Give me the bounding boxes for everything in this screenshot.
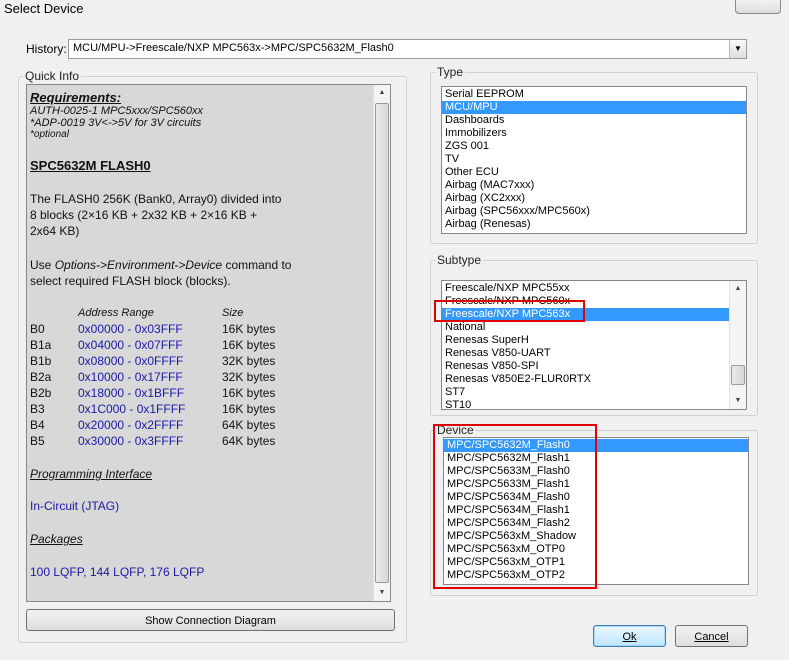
description-line: 2x64 KB) — [30, 224, 80, 238]
usage-command: Options->Environment->Device — [54, 258, 223, 272]
list-item[interactable]: MPC/SPC5634M_Flash0 — [444, 491, 748, 504]
requirement-line: AUTH-0025-1 MPC5xxx/SPC560xx — [30, 105, 204, 117]
list-item[interactable]: MPC/SPC563xM_OTP2 — [444, 569, 748, 582]
list-item[interactable]: MPC/SPC563xM_OTP1 — [444, 556, 748, 569]
list-item[interactable]: Freescale/NXP MPC55xx — [442, 282, 729, 295]
programming-interface-heading: Programming Interface — [30, 467, 153, 481]
list-item[interactable]: Renesas SuperH — [442, 334, 729, 347]
history-combo[interactable]: MCU/MPU->Freescale/NXP MPC563x->MPC/SPC5… — [68, 39, 747, 59]
list-item[interactable]: Freescale/NXP MPC560x — [442, 295, 729, 308]
usage-line: Use Options->Environment->Device command… — [30, 258, 292, 272]
list-item[interactable]: ZGS 001 — [442, 140, 746, 153]
usage-line: select required FLASH block (blocks). — [30, 274, 231, 288]
scroll-up-icon[interactable]: ▲ — [374, 85, 390, 101]
list-item[interactable]: Renesas V850-SPI — [442, 360, 729, 373]
packages-heading: Packages — [30, 532, 83, 546]
table-row: B2b 0x18000 - 0x1BFFF 16K bytes — [30, 386, 276, 400]
list-item[interactable]: Airbag (XC2xxx) — [442, 192, 746, 205]
subtype-list[interactable]: Freescale/NXP MPC55xx Freescale/NXP MPC5… — [441, 280, 747, 410]
info-scrollbar[interactable]: ▲ ▼ — [373, 85, 390, 601]
table-row: B4 0x20000 - 0x2FFFF 64K bytes — [30, 418, 276, 432]
requirement-line: *ADP-0019 3V<->5V for 3V circuits — [30, 117, 202, 129]
list-item[interactable]: Airbag (MAC7xxx) — [442, 179, 746, 192]
chevron-down-icon[interactable]: ▼ — [729, 40, 746, 58]
table-row: B5 0x30000 - 0x3FFFF 64K bytes — [30, 434, 276, 448]
list-item[interactable]: Airbag (SPC56xxx/MPC560x) — [442, 205, 746, 218]
list-item[interactable]: National — [442, 321, 729, 334]
list-item[interactable]: Serial EEPROM — [442, 88, 746, 101]
quick-info-panel: Requirements: AUTH-0025-1 MPC5xxx/SPC560… — [26, 84, 391, 602]
column-header-size: Size — [222, 307, 244, 319]
list-item[interactable]: Immobilizers — [442, 127, 746, 140]
list-item[interactable]: MPC/SPC5633M_Flash0 — [444, 465, 748, 478]
list-item-selected[interactable]: Freescale/NXP MPC563x — [442, 308, 729, 321]
history-label: History: — [26, 42, 67, 56]
requirement-note: *optional — [30, 129, 69, 140]
device-list[interactable]: MPC/SPC5632M_Flash0 MPC/SPC5632M_Flash1 … — [443, 437, 749, 585]
history-value: MCU/MPU->Freescale/NXP MPC563x->MPC/SPC5… — [73, 42, 394, 54]
device-label: Device — [435, 423, 476, 437]
list-item[interactable]: ST7 — [442, 386, 729, 399]
show-connection-diagram-button[interactable]: Show Connection Diagram — [26, 609, 395, 631]
list-item[interactable]: MPC/SPC5634M_Flash1 — [444, 504, 748, 517]
subtype-label: Subtype — [435, 253, 484, 267]
scroll-down-icon[interactable]: ▼ — [730, 393, 746, 409]
ok-button[interactable]: Ok — [593, 625, 666, 647]
window-title: Select Device — [4, 1, 84, 16]
scroll-up-icon[interactable]: ▲ — [730, 281, 746, 297]
list-item[interactable]: ST10 — [442, 399, 729, 409]
quick-info-label: Quick Info — [23, 69, 82, 83]
type-list[interactable]: Serial EEPROM MCU/MPU Dashboards Immobil… — [441, 86, 747, 234]
table-row: B3 0x1C000 - 0x1FFFF 16K bytes — [30, 402, 276, 416]
address-table: Address Range Size B0 0x00000 - 0x03FFF 16… — [30, 305, 275, 449]
table-row: B1b 0x08000 - 0x0FFFF 32K bytes — [30, 354, 276, 368]
list-item[interactable]: Renesas V850-UART — [442, 347, 729, 360]
table-row: B1a 0x04000 - 0x07FFF 16K bytes — [30, 338, 276, 352]
list-item[interactable]: MPC/SPC5633M_Flash1 — [444, 478, 748, 491]
list-item[interactable]: Airbag (Renesas) — [442, 218, 746, 231]
packages-value: 100 LQFP, 144 LQFP, 176 LQFP — [30, 565, 205, 579]
list-item[interactable]: Other ECU — [442, 166, 746, 179]
list-item[interactable]: MPC/SPC5632M_Flash1 — [444, 452, 748, 465]
list-item[interactable]: TV — [442, 153, 746, 166]
programming-interface-value: In-Circuit (JTAG) — [30, 499, 120, 513]
close-button[interactable] — [735, 0, 781, 14]
description-line: The FLASH0 256K (Bank0, Array0) divided … — [30, 192, 282, 206]
list-item[interactable]: MPC/SPC5634M_Flash2 — [444, 517, 748, 530]
cancel-button[interactable]: Cancel — [675, 625, 748, 647]
list-item-selected[interactable]: MPC/SPC5632M_Flash0 — [444, 439, 748, 452]
table-row: B2a 0x10000 - 0x17FFF 32K bytes — [30, 370, 276, 384]
scrollbar-thumb[interactable] — [731, 365, 745, 385]
table-row: B0 0x00000 - 0x03FFF 16K bytes — [30, 322, 276, 336]
column-header-address: Address Range — [78, 307, 154, 319]
part-title: SPC5632M FLASH0 — [30, 158, 151, 173]
subtype-scrollbar[interactable]: ▲ ▼ — [729, 281, 746, 409]
description-line: 8 blocks (2×16 KB + 2x32 KB + 2×16 KB + — [30, 208, 258, 222]
list-item-selected[interactable]: MCU/MPU — [442, 101, 746, 114]
list-item[interactable]: MPC/SPC563xM_Shadow — [444, 530, 748, 543]
requirements-title: Requirements: — [30, 90, 122, 105]
scroll-down-icon[interactable]: ▼ — [374, 585, 390, 601]
scrollbar-thumb[interactable] — [375, 103, 389, 583]
title-bar: Select Device — [0, 0, 789, 18]
list-item[interactable]: Renesas V850E2-FLUR0RTX — [442, 373, 729, 386]
type-label: Type — [435, 65, 466, 79]
list-item[interactable]: Dashboards — [442, 114, 746, 127]
list-item[interactable]: MPC/SPC563xM_OTP0 — [444, 543, 748, 556]
